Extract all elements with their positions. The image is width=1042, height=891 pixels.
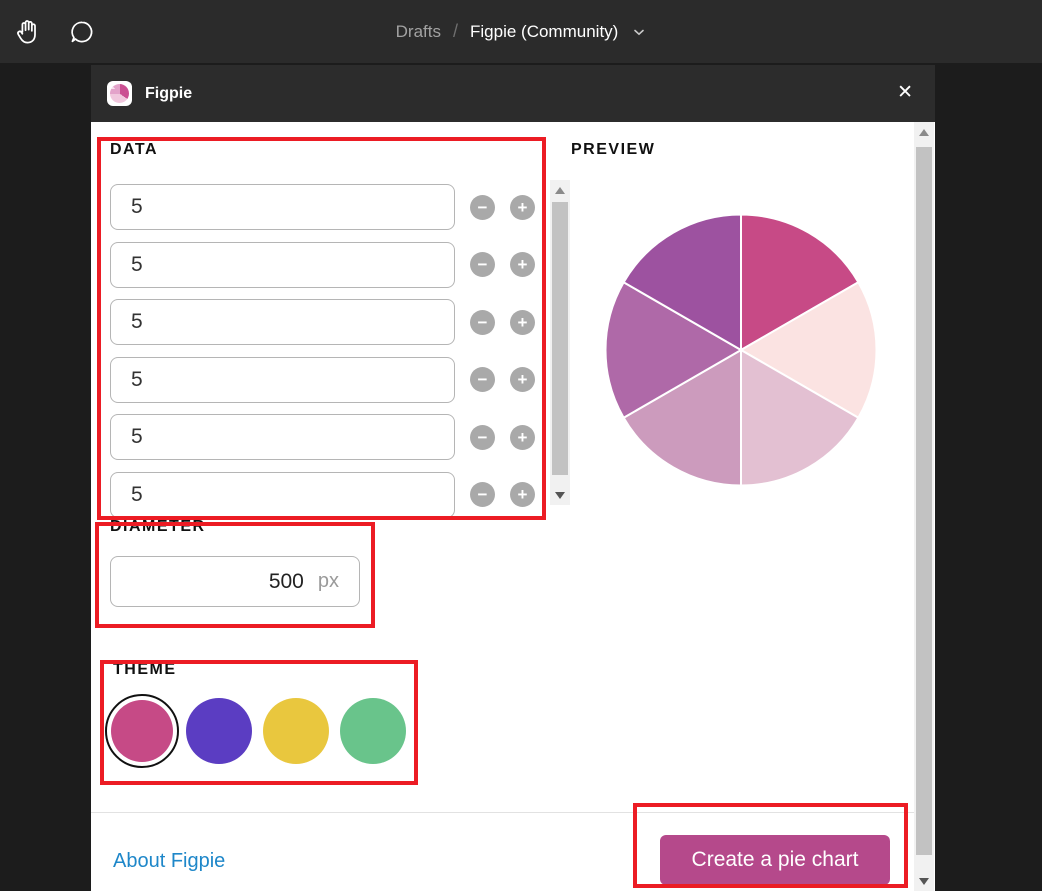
scroll-up-icon[interactable] bbox=[550, 180, 570, 200]
plugin-modal-scrollbar[interactable] bbox=[914, 122, 934, 891]
data-list-scrollbar[interactable] bbox=[550, 180, 570, 505]
increment-button[interactable]: + bbox=[510, 367, 535, 392]
increment-button[interactable]: + bbox=[510, 195, 535, 220]
diameter-unit-label: px bbox=[318, 570, 339, 593]
modal-scrollbar-thumb[interactable] bbox=[916, 147, 932, 855]
data-scrollbar-thumb[interactable] bbox=[552, 202, 568, 475]
close-icon[interactable]: ✕ bbox=[897, 82, 913, 104]
chevron-down-icon[interactable] bbox=[632, 27, 646, 37]
purple-swatch-icon bbox=[186, 698, 252, 764]
data-row: −+ bbox=[110, 184, 550, 230]
data-row: −+ bbox=[110, 472, 550, 518]
decrement-button[interactable]: − bbox=[470, 367, 495, 392]
increment-button[interactable]: + bbox=[510, 482, 535, 507]
increment-button[interactable]: + bbox=[510, 252, 535, 277]
data-value-input[interactable] bbox=[110, 299, 455, 345]
scroll-up-icon[interactable] bbox=[914, 122, 934, 142]
plugin-title: Figpie bbox=[145, 85, 192, 103]
scroll-down-icon[interactable] bbox=[914, 871, 934, 891]
about-figpie-link[interactable]: About Figpie bbox=[113, 850, 225, 873]
yellow-swatch-icon bbox=[263, 698, 329, 764]
data-value-input[interactable] bbox=[110, 242, 455, 288]
increment-button[interactable]: + bbox=[510, 310, 535, 335]
diameter-input[interactable]: 500 px bbox=[110, 556, 360, 607]
green-swatch-icon bbox=[340, 698, 406, 764]
diameter-section-label: DIAMETER bbox=[110, 518, 206, 536]
plugin-modal-header: Figpie ✕ bbox=[91, 65, 935, 122]
theme-options bbox=[105, 694, 410, 768]
diameter-value[interactable]: 500 bbox=[269, 570, 304, 594]
decrement-button[interactable]: − bbox=[470, 252, 495, 277]
data-value-input[interactable] bbox=[110, 414, 455, 460]
data-row: −+ bbox=[110, 242, 550, 288]
theme-option-yellow[interactable] bbox=[259, 694, 333, 768]
footer-divider bbox=[91, 812, 914, 813]
data-value-input[interactable] bbox=[110, 184, 455, 230]
theme-option-pink[interactable] bbox=[105, 694, 179, 768]
theme-section-label: THEME bbox=[113, 661, 177, 679]
top-toolbar: Drafts / Figpie (Community) bbox=[0, 0, 1042, 63]
pink-swatch-icon bbox=[111, 700, 173, 762]
theme-option-purple[interactable] bbox=[182, 694, 256, 768]
decrement-button[interactable]: − bbox=[470, 310, 495, 335]
create-pie-chart-button[interactable]: Create a pie chart bbox=[660, 835, 890, 885]
data-row: −+ bbox=[110, 414, 550, 460]
figma-app-window: Drafts / Figpie (Community) Figpie ✕ DAT… bbox=[0, 0, 1042, 891]
breadcrumb-drafts[interactable]: Drafts bbox=[396, 22, 441, 42]
preview-section-label: PREVIEW bbox=[571, 141, 655, 159]
increment-button[interactable]: + bbox=[510, 425, 535, 450]
data-value-input[interactable] bbox=[110, 357, 455, 403]
decrement-button[interactable]: − bbox=[470, 425, 495, 450]
figpie-plugin-icon bbox=[107, 81, 132, 106]
plugin-modal: Figpie ✕ DATA −+−+−+−+−+−+ PREVIEW DIAME… bbox=[91, 65, 935, 891]
breadcrumb-file-name[interactable]: Figpie (Community) bbox=[470, 22, 618, 42]
theme-option-green[interactable] bbox=[336, 694, 410, 768]
breadcrumb-separator: / bbox=[453, 21, 458, 42]
preview-pie-chart bbox=[604, 213, 878, 487]
data-rows: −+−+−+−+−+−+ bbox=[110, 184, 550, 518]
data-row: −+ bbox=[110, 299, 550, 345]
decrement-button[interactable]: − bbox=[470, 482, 495, 507]
breadcrumb: Drafts / Figpie (Community) bbox=[0, 0, 1042, 63]
data-row: −+ bbox=[110, 357, 550, 403]
scroll-down-icon[interactable] bbox=[550, 485, 570, 505]
data-value-input[interactable] bbox=[110, 472, 455, 518]
data-section-label: DATA bbox=[110, 141, 158, 159]
decrement-button[interactable]: − bbox=[470, 195, 495, 220]
